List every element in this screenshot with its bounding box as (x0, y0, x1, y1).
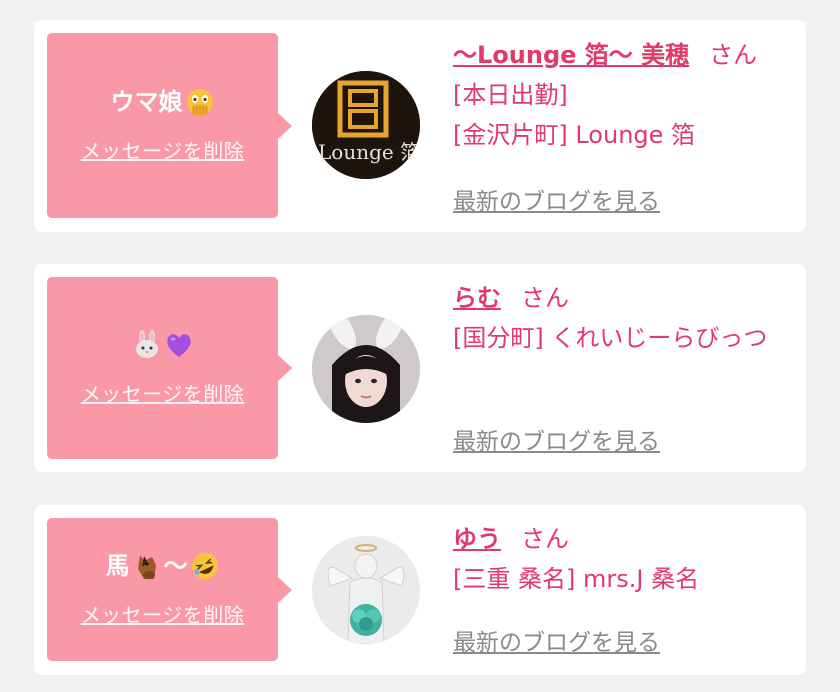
message-label: 馬 (105, 551, 130, 580)
status-line: [本日出勤] (453, 81, 568, 109)
name-line: ゆう さん (453, 519, 790, 559)
shop-line: [国分町] くれいじーらびっつ (453, 324, 768, 352)
profile-photo (312, 536, 420, 644)
latest-blog-link[interactable]: 最新のブログを見る (453, 623, 660, 657)
favorite-card: ウマ娘 メッセージを削除 Lounge 箔 〜Lounge 箔〜 美穂 さん [… (34, 20, 806, 232)
message-tail: 〜 (163, 551, 188, 580)
latest-blog-link[interactable]: 最新のブログを見る (453, 182, 660, 216)
favorite-card: メッセージを削除 らむ さん [国分町] くれいじーらびっつ 最新のブログを見る (34, 264, 806, 472)
honorific: さん (709, 41, 758, 69)
rabbit-face-emoji-icon (132, 329, 162, 360)
horse-face-emoji-icon (132, 551, 162, 581)
avatar[interactable] (312, 536, 420, 644)
message-text: 馬 〜 (106, 551, 220, 581)
message-bubble: ウマ娘 メッセージを削除 (47, 33, 292, 218)
message-label: ウマ娘 (110, 87, 183, 116)
profile-name-link[interactable]: 〜Lounge 箔〜 美穂 (453, 41, 689, 69)
avatar[interactable]: Lounge 箔 (312, 71, 420, 179)
message-bubble: 馬 〜 メッセージを削除 (47, 518, 292, 661)
profile-info: 〜Lounge 箔〜 美穂 さん [本日出勤] [金沢片町] Lounge 箔 (453, 35, 790, 155)
name-line: らむ さん (453, 278, 790, 318)
message-text (132, 329, 194, 360)
rolling-laughing-emoji-icon (190, 551, 220, 581)
honorific: さん (521, 525, 569, 553)
avatar[interactable] (312, 315, 420, 423)
profile-photo (312, 315, 420, 423)
delete-message-link[interactable]: メッセージを削除 (81, 378, 245, 407)
delete-message-link[interactable]: メッセージを削除 (81, 135, 245, 164)
message-text: ウマ娘 (111, 87, 215, 117)
profile-info: らむ さん [国分町] くれいじーらびっつ (453, 278, 790, 358)
profile-name-link[interactable]: らむ (453, 284, 501, 312)
hand-over-mouth-emoji-icon (185, 87, 215, 117)
favorite-card: 馬 〜 メッセージを削除 ゆう さん [三重 桑名] mrs.J 桑名 最新のブ… (34, 505, 806, 675)
svg-text:Lounge 箔: Lounge 箔 (318, 140, 420, 164)
honorific: さん (521, 284, 569, 312)
profile-name-link[interactable]: ゆう (453, 525, 501, 553)
purple-heart-emoji-icon (164, 330, 194, 360)
message-bubble: メッセージを削除 (47, 277, 292, 459)
shop-line: [三重 桑名] mrs.J 桑名 (453, 565, 700, 593)
lounge-logo-image: Lounge 箔 (312, 71, 420, 179)
shop-line: [金沢片町] Lounge 箔 (453, 121, 696, 149)
delete-message-link[interactable]: メッセージを削除 (81, 599, 245, 628)
name-line: 〜Lounge 箔〜 美穂 さん (453, 35, 790, 75)
profile-info: ゆう さん [三重 桑名] mrs.J 桑名 (453, 519, 790, 599)
latest-blog-link[interactable]: 最新のブログを見る (453, 422, 660, 456)
